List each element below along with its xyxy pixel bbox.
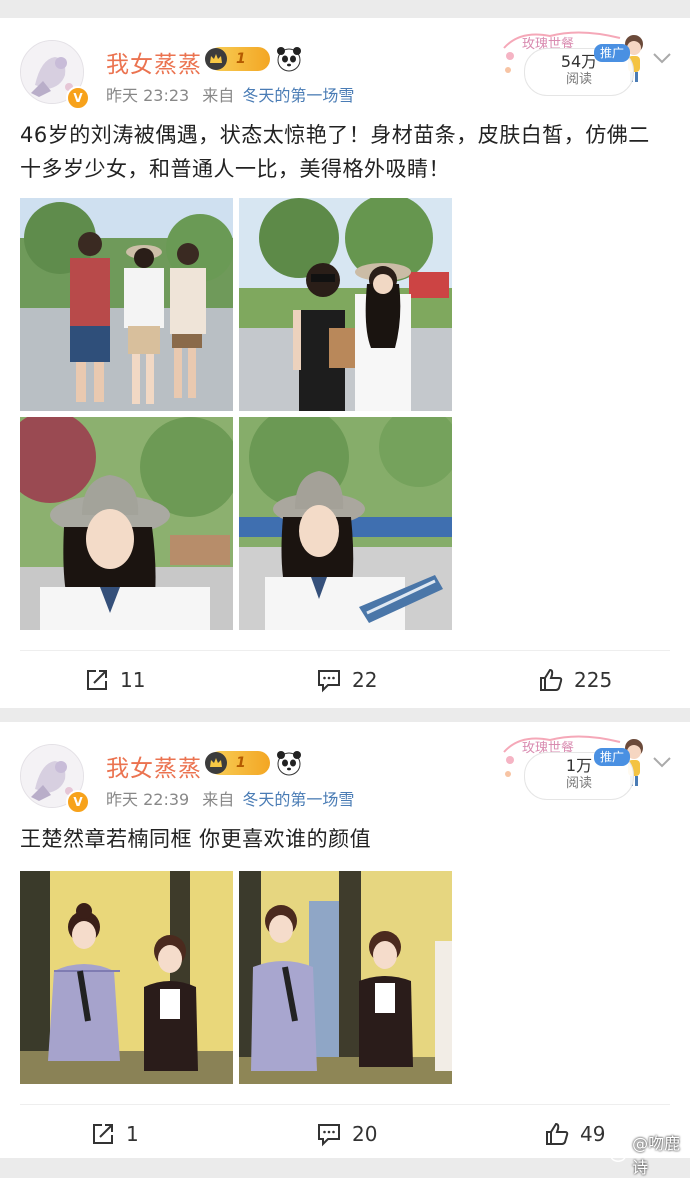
action-bar: 11 22 225 (20, 650, 670, 709)
post-image[interactable] (20, 871, 233, 1084)
repost-count: 11 (120, 668, 146, 692)
comment-button[interactable]: 20 (316, 1105, 377, 1163)
like-button[interactable]: 49 (544, 1105, 605, 1163)
thumbs-up-icon (546, 1122, 569, 1145)
like-button[interactable]: 225 (538, 651, 612, 709)
verified-badge-icon: V (66, 86, 90, 110)
comment-icon (318, 1124, 340, 1147)
watermark-text: @吻鹿诗 (632, 1134, 681, 1177)
repost-count: 1 (126, 1122, 139, 1146)
from-label: 来自 (202, 86, 235, 105)
comment-button[interactable]: 22 (316, 651, 377, 709)
panda-icon (277, 47, 301, 72)
views-label: 阅读 (565, 776, 592, 791)
views-label: 阅读 (565, 72, 592, 87)
post-card: V 我女蒸蒸 1 昨天 23:23 来自 冬天的第一场雪 玫瑰世餐 54万 阅读 … (0, 18, 690, 708)
post-meta: 昨天 22:39 来自 冬天的第一场雪 (106, 786, 362, 810)
post-image[interactable] (20, 417, 233, 630)
action-bar: 1 20 49 (20, 1104, 670, 1163)
post-image[interactable] (20, 198, 233, 411)
crown-icon (205, 752, 227, 774)
vip-level: 1 (236, 51, 246, 67)
repost-button[interactable]: 11 (84, 651, 145, 709)
source-link[interactable]: 冬天的第一场雪 (242, 790, 354, 809)
post-image[interactable] (239, 417, 452, 630)
post-card: V 我女蒸蒸 1 昨天 22:39 来自 冬天的第一场雪 玫瑰世餐 1万 阅读 推… (0, 722, 690, 1158)
crown-icon (205, 48, 227, 70)
post-image[interactable] (239, 198, 452, 411)
post-time: 昨天 23:23 (106, 86, 190, 105)
chevron-down-icon[interactable] (652, 754, 672, 770)
vip-badge[interactable]: 1 (205, 751, 270, 775)
vip-level: 1 (236, 755, 246, 771)
post-image[interactable] (239, 871, 452, 1084)
promo-tag: 推广 (594, 44, 631, 62)
thumbs-up-icon (540, 668, 563, 691)
from-label: 来自 (202, 790, 235, 809)
repost-icon (87, 670, 107, 690)
repost-icon (93, 1124, 113, 1144)
chevron-down-icon[interactable] (652, 50, 672, 66)
vip-badge[interactable]: 1 (205, 47, 270, 71)
author-name[interactable]: 我女蒸蒸 (106, 749, 202, 783)
watermark: @吻鹿诗 (610, 1130, 690, 1178)
author-name[interactable]: 我女蒸蒸 (106, 45, 202, 79)
post-meta: 昨天 23:23 来自 冬天的第一场雪 (106, 82, 362, 106)
comment-count: 22 (352, 668, 378, 692)
panda-icon (277, 751, 301, 776)
weibo-logo-icon (610, 1147, 628, 1162)
promo-tag: 推广 (594, 748, 631, 766)
like-count: 49 (580, 1122, 606, 1146)
comment-count: 20 (352, 1122, 378, 1146)
repost-button[interactable]: 1 (90, 1105, 139, 1163)
post-text: 46岁的刘涛被偶遇，状态太惊艳了！身材苗条，皮肤白皙，仿佛二十多岁少女，和普通人… (20, 123, 650, 181)
source-link[interactable]: 冬天的第一场雪 (242, 86, 354, 105)
promo-views[interactable]: 玫瑰世餐 54万 阅读 推广 (500, 26, 652, 98)
promo-views[interactable]: 玫瑰世餐 1万 阅读 推广 (500, 730, 652, 802)
like-count: 225 (574, 668, 613, 692)
post-text: 王楚然章若楠同框 你更喜欢谁的颜值 (20, 827, 372, 851)
post-time: 昨天 22:39 (106, 790, 190, 809)
comment-icon (318, 670, 340, 693)
verified-badge-icon: V (66, 790, 90, 814)
